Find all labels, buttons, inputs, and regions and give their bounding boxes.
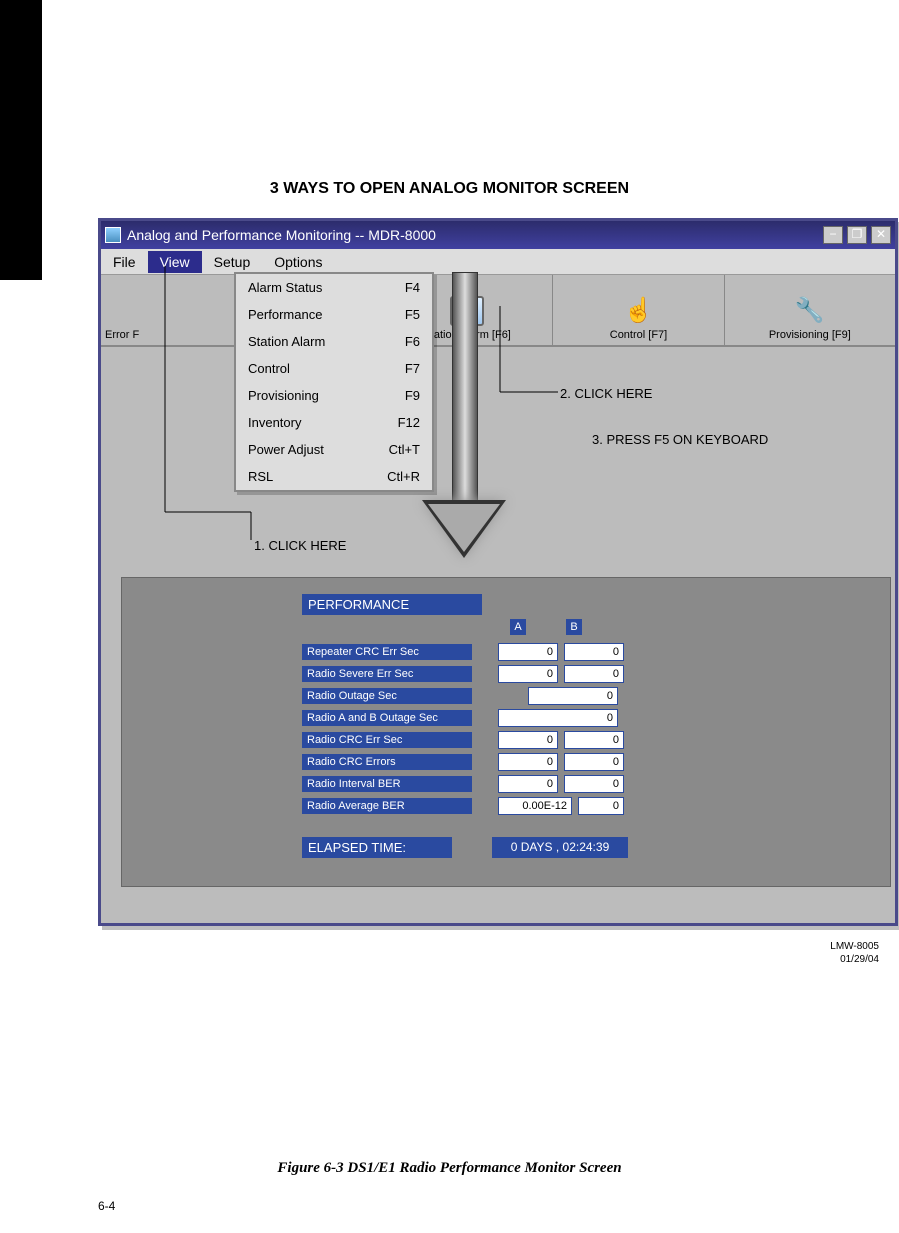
elapsed-row: ELAPSED TIME: 0 DAYS , 02:24:39 [302,837,722,858]
dd-key: F9 [405,388,420,403]
performance-panel: PERFORMANCE A B Repeater CRC Err Sec 0 0… [302,594,722,858]
footer-meta: LMW-8005 01/29/04 [830,940,879,966]
page-heading: 3 WAYS TO OPEN ANALOG MONITOR SCREEN [0,180,899,198]
toolbar-provisioning-label: Provisioning [F9] [769,329,851,341]
anno2-leader [490,300,570,400]
col-b: B [566,619,582,635]
menu-file[interactable]: File [101,251,148,273]
meta-id: LMW-8005 [830,940,879,953]
page: 3 WAYS TO OPEN ANALOG MONITOR SCREEN Ana… [0,0,899,1233]
value-b: 0 [564,665,624,683]
hand-icon: ☝ [621,296,655,326]
value-b: 0 [564,731,624,749]
anno-3: 3. PRESS F5 ON KEYBOARD [592,432,768,447]
elapsed-label: ELAPSED TIME: [302,837,452,858]
meta-date: 01/29/04 [830,953,879,966]
title-bar: Analog and Performance Monitoring -- MDR… [101,221,895,249]
value: 0 [498,709,618,727]
row-crc-errors: Radio CRC Errors 0 0 [302,751,722,773]
page-number: 6-4 [98,1199,115,1213]
value: 0 [528,687,618,705]
value-a: 0 [498,775,558,793]
value-b: 0 [578,797,624,815]
toolbar-control[interactable]: ☝ Control [F7] [552,275,723,345]
performance-title: PERFORMANCE [302,594,482,615]
value-a: 0 [498,753,558,771]
value-b: 0 [564,753,624,771]
row-outage: Radio Outage Sec 0 [302,685,722,707]
label: Radio CRC Errors [302,754,472,770]
maximize-button[interactable]: ❐ [847,226,867,244]
arrow-stem [452,272,478,502]
dd-key: F12 [398,415,420,430]
wrench-icon: 🔧 [793,296,827,326]
margin-tab [0,0,42,280]
value-a: 0.00E-12 [498,797,572,815]
dd-key: F7 [405,361,420,376]
minimize-button[interactable]: − [823,226,843,244]
value-a: 0 [498,731,558,749]
row-repeater-crc: Repeater CRC Err Sec 0 0 [302,641,722,663]
anno-text: 3. PRESS F5 ON KEYBOARD [592,432,768,447]
anno1-leader [155,262,275,542]
window-title: Analog and Performance Monitoring -- MDR… [127,227,823,243]
col-a: A [510,619,526,635]
value-b: 0 [564,775,624,793]
label: Radio Outage Sec [302,688,472,704]
toolbar-error-label: Error F [105,329,139,341]
big-arrow [440,272,490,572]
arrow-head-icon [422,500,506,558]
elapsed-value: 0 DAYS , 02:24:39 [492,837,628,858]
anno-2: 2. CLICK HERE [560,386,652,401]
figure-caption: Figure 6-3 DS1/E1 Radio Performance Moni… [0,1160,899,1177]
dd-key: Ctl+R [387,469,420,484]
row-interval-ber: Radio Interval BER 0 0 [302,773,722,795]
toolbar-provisioning[interactable]: 🔧 Provisioning [F9] [724,275,895,345]
anno-text: 2. CLICK HERE [560,386,652,401]
label: Radio A and B Outage Sec [302,710,472,726]
dd-key: Ctl+T [389,442,420,457]
dd-key: F6 [405,334,420,349]
value-b: 0 [564,643,624,661]
dd-key: F5 [405,307,420,322]
label: Repeater CRC Err Sec [302,644,472,660]
app-icon [105,227,121,243]
row-avg-ber: Radio Average BER 0.00E-12 0 [302,795,722,817]
row-crc-err-sec: Radio CRC Err Sec 0 0 [302,729,722,751]
label: Radio Interval BER [302,776,472,792]
label: Radio Severe Err Sec [302,666,472,682]
value-a: 0 [498,643,558,661]
row-severe-err: Radio Severe Err Sec 0 0 [302,663,722,685]
close-button[interactable]: ✕ [871,226,891,244]
value-a: 0 [498,665,558,683]
row-ab-outage: Radio A and B Outage Sec 0 [302,707,722,729]
label: Radio CRC Err Sec [302,732,472,748]
ab-header: A B [510,619,722,635]
label: Radio Average BER [302,798,472,814]
toolbar-error-partial[interactable]: Error F [101,275,161,345]
dd-key: F4 [405,280,420,295]
toolbar-control-label: Control [F7] [610,329,667,341]
content-box: PERFORMANCE A B Repeater CRC Err Sec 0 0… [121,577,891,887]
